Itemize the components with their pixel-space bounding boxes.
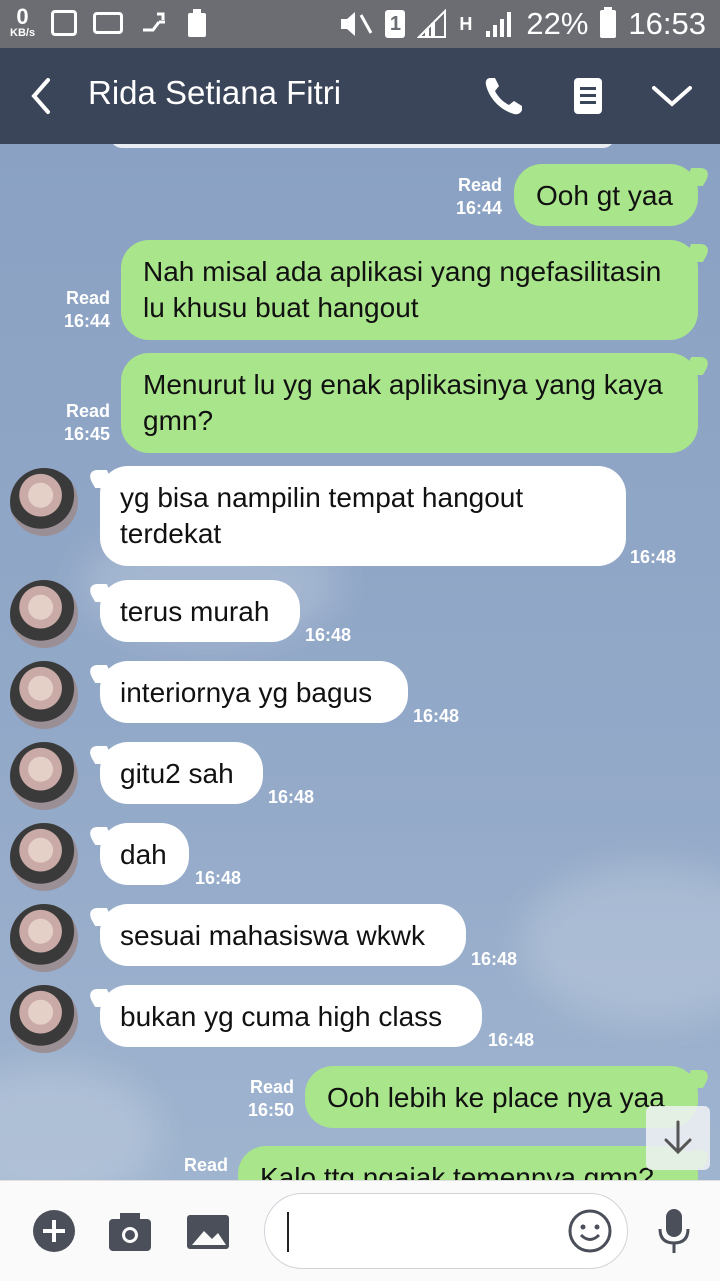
status-bar: 0 KB/s 1 H 22% 16:53 [0, 0, 720, 48]
previous-message-fragment [110, 144, 615, 148]
contact-avatar[interactable] [10, 742, 78, 810]
incoming-message[interactable]: gitu2 sah [100, 742, 263, 804]
message-time: 16:48 [305, 625, 352, 645]
message-time: 16:48 [488, 1030, 535, 1050]
incoming-message[interactable]: terus murah [100, 580, 300, 642]
incoming-message[interactable]: sesuai mahasiswa wkwk [100, 904, 466, 966]
signal-icon-2 [486, 12, 512, 37]
contact-avatar[interactable] [10, 823, 78, 891]
email-notification-icon [93, 11, 124, 34]
message-time: 16:48 [268, 787, 315, 807]
notes-icon[interactable] [562, 70, 614, 122]
read-label: Read [65, 401, 110, 421]
phone-icon[interactable] [478, 70, 530, 122]
incoming-message[interactable]: dah [100, 823, 189, 885]
read-receipt: Read 16:45 [48, 400, 110, 446]
message-input[interactable] [264, 1193, 628, 1269]
chat-title: Rida Setiana Fitri [88, 74, 342, 111]
chat-area[interactable]: Read 16:44 Ooh gt yaa Read 16:44 Nah mis… [0, 144, 720, 1180]
scroll-to-bottom-button[interactable] [646, 1106, 710, 1170]
read-label: Read [457, 175, 502, 195]
message-time: 16:44 [455, 198, 502, 218]
read-receipt: Read 16:50 [232, 1076, 294, 1122]
incoming-message[interactable]: interiornya yg bagus [100, 661, 408, 723]
outgoing-message[interactable]: Nah misal ada aplikasi yang ngefasilitas… [121, 240, 698, 340]
read-receipt: Read [166, 1154, 228, 1177]
image-icon[interactable] [184, 1207, 232, 1255]
message-time: 16:48 [471, 949, 518, 969]
camera-icon[interactable] [106, 1207, 154, 1255]
contact-avatar[interactable] [10, 468, 78, 536]
network-type: H [459, 13, 473, 34]
message-input-bar [0, 1180, 720, 1281]
transfer-notification-icon [143, 12, 166, 31]
outgoing-message[interactable]: Menurut lu yg enak aplikasinya yang kaya… [121, 353, 698, 453]
read-label: Read [65, 288, 110, 308]
back-chevron-icon[interactable] [22, 70, 62, 122]
sim-slot-indicator: 1 [385, 10, 406, 38]
plus-icon[interactable] [30, 1207, 78, 1255]
contact-avatar[interactable] [10, 661, 78, 729]
incoming-message[interactable]: bukan yg cuma high class [100, 985, 482, 1047]
read-receipt: Read 16:44 [440, 174, 502, 220]
arrow-down-icon [664, 1120, 692, 1155]
network-speed-unit: KB/s [10, 27, 36, 39]
network-speed-value: 0 [16, 4, 29, 29]
contact-avatar[interactable] [10, 580, 78, 648]
text-caret [287, 1212, 289, 1252]
contact-avatar[interactable] [10, 985, 78, 1053]
contact-avatar[interactable] [10, 904, 78, 972]
message-time: 16:45 [63, 424, 110, 444]
outgoing-message[interactable]: Kalo ttg ngajak temennya gmn? [238, 1146, 698, 1180]
clock: 16:53 [628, 6, 706, 41]
battery-icon [600, 7, 617, 38]
emoji-icon[interactable] [563, 1204, 617, 1258]
read-label: Read [183, 1155, 228, 1175]
outgoing-message[interactable]: Ooh lebih ke place nya yaa [305, 1066, 698, 1128]
incoming-message[interactable]: yg bisa nampilin tempat hangout terdekat [100, 466, 626, 566]
message-time: 16:48 [195, 868, 242, 888]
cleanup-notification-icon [188, 8, 207, 37]
outgoing-message[interactable]: Ooh gt yaa [514, 164, 698, 226]
message-time: 16:44 [63, 311, 110, 331]
gallery-notification-icon [51, 9, 78, 36]
read-receipt: Read 16:44 [48, 287, 110, 333]
message-time: 16:50 [247, 1100, 294, 1120]
chat-header: Rida Setiana Fitri [0, 48, 720, 144]
network-speed: 0 KB/s [10, 6, 35, 39]
mute-icon [341, 12, 373, 36]
read-label: Read [249, 1077, 294, 1097]
microphone-icon[interactable] [650, 1207, 698, 1255]
message-time: 16:48 [630, 547, 677, 567]
chevron-down-icon[interactable] [646, 70, 698, 122]
signal-icon-1 [417, 9, 447, 38]
battery-percent: 22% [526, 6, 589, 41]
message-time: 16:48 [413, 706, 460, 726]
